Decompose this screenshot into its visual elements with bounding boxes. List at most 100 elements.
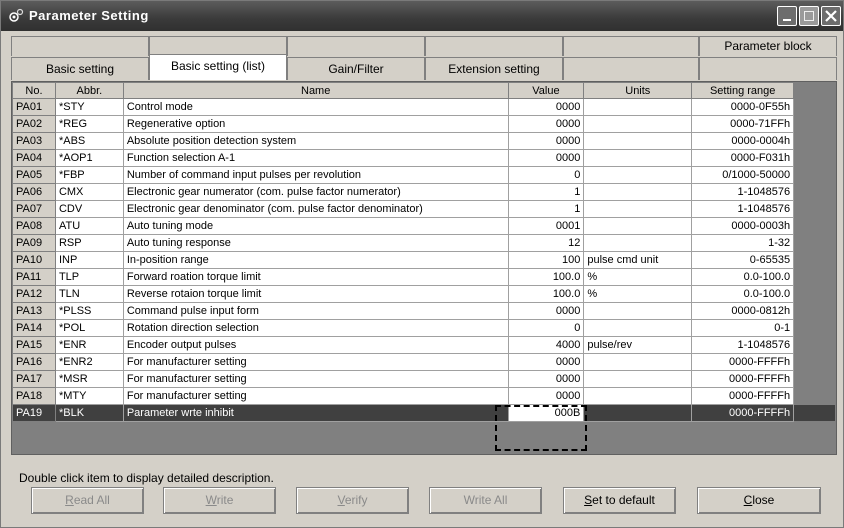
row-filler [793,234,836,252]
param-value[interactable]: 1 [507,183,585,201]
param-units [583,200,693,218]
verify-button[interactable]: Verify [296,487,409,514]
param-value[interactable]: 000B [507,404,585,422]
tab-extension-setting[interactable]: Extension setting [425,57,563,80]
param-no: PA19 [12,404,56,422]
param-value[interactable]: 1 [507,200,585,218]
tab-basic-setting-list[interactable]: Basic setting (list) [149,54,287,80]
write-all-button[interactable]: Write All [429,487,542,514]
row-filler [793,200,836,218]
minimize-button[interactable] [777,6,797,26]
table-row[interactable]: PA07 CDV Electronic gear denominator (com.… [12,200,836,218]
read-all-button[interactable]: Read All [31,487,144,514]
tab-bottom-5[interactable] [563,57,699,80]
param-no: PA07 [12,200,56,218]
param-abbr: *BLK [54,404,124,422]
button-mnemonic: S [584,493,593,507]
table-row[interactable]: PA11 TLP Forward roation torque limit 100.0… [12,268,836,286]
table-row[interactable]: PA08 ATU Auto tuning mode 0001 0000-0003h [12,217,836,235]
table-row[interactable]: PA17 *MSR For manufacturer setting 0000 0000… [12,370,836,388]
param-no: PA02 [12,115,56,133]
tab-top-5[interactable] [563,36,699,56]
table-row[interactable]: PA01 *STY Control mode 0000 0000-0F55h [12,98,836,116]
table-row[interactable]: PA02 *REG Regenerative option 0000 0000-71FF… [12,115,836,133]
col-header-no[interactable]: No. [12,82,56,99]
close-window-button[interactable] [821,6,841,26]
tab-top-1[interactable] [11,36,149,56]
param-value[interactable]: 0000 [507,370,585,388]
param-value[interactable]: 0001 [507,217,585,235]
row-filler [793,217,836,235]
maximize-button[interactable] [799,6,819,26]
param-units [583,166,693,184]
tab-gain-filter[interactable]: Gain/Filter [287,57,425,80]
parameter-grid[interactable]: No. Abbr. Name Value Units Setting range… [11,81,837,455]
set-to-default-button[interactable]: Set to default [563,487,676,514]
col-header-abbr[interactable]: Abbr. [54,82,124,99]
param-value[interactable]: 0000 [507,132,585,150]
row-filler [793,183,836,201]
table-row[interactable]: PA15 *ENR Encoder output pulses 4000 pulse/r… [12,336,836,354]
param-value[interactable]: 100 [507,251,585,269]
param-abbr: *MSR [54,370,124,388]
param-no: PA17 [12,370,56,388]
col-header-value[interactable]: Value [507,82,585,99]
col-header-setting-range[interactable]: Setting range [691,82,795,99]
param-name: Auto tuning response [122,234,509,252]
param-no: PA01 [12,98,56,116]
param-no: PA10 [12,251,56,269]
param-abbr: *MTY [54,387,124,405]
param-value[interactable]: 4000 [507,336,585,354]
tab-top-4[interactable] [425,36,563,56]
parameter-table: No. Abbr. Name Value Units Setting range… [12,82,836,422]
param-setting-range: 0000-FFFFh [691,387,795,405]
close-button[interactable]: Close [697,487,821,514]
param-value[interactable]: 12 [507,234,585,252]
row-filler [793,353,836,371]
param-value[interactable]: 0000 [507,149,585,167]
param-setting-range: 0-65535 [691,251,795,269]
param-abbr: CMX [54,183,124,201]
param-name: Parameter wrte inhibit [122,404,509,422]
param-value[interactable]: 0 [507,166,585,184]
tab-bottom-6[interactable] [699,57,837,80]
param-value[interactable]: 0000 [507,387,585,405]
table-row[interactable]: PA16 *ENR2 For manufacturer setting 0000 000… [12,353,836,371]
col-header-units[interactable]: Units [583,82,693,99]
tab-parameter-block[interactable]: Parameter block [699,36,837,56]
title-bar[interactable]: Parameter Setting [1,1,843,31]
tab-top-3[interactable] [287,36,425,56]
table-row[interactable]: PA04 *AOP1 Function selection A-1 0000 0000-… [12,149,836,167]
param-units: pulse cmd unit [583,251,693,269]
param-value[interactable]: 100.0 [507,268,585,286]
button-label: ead All [73,493,110,507]
row-filler [793,302,836,320]
table-row[interactable]: PA18 *MTY For manufacturer setting 0000 0000… [12,387,836,405]
table-row[interactable]: PA05 *FBP Number of command input pulses p… [12,166,836,184]
param-setting-range: 0000-0004h [691,132,795,150]
param-no: PA05 [12,166,56,184]
table-row[interactable]: PA14 *POL Rotation direction selection 0 0-1 [12,319,836,337]
table-row[interactable]: PA13 *PLSS Command pulse input form 0000 000… [12,302,836,320]
param-value[interactable]: 0 [507,319,585,337]
tab-top-2[interactable] [149,36,287,56]
table-row[interactable]: PA09 RSP Auto tuning response 12 1-32 [12,234,836,252]
param-value[interactable]: 0000 [507,98,585,116]
param-setting-range: 0.0-100.0 [691,268,795,286]
param-value[interactable]: 0000 [507,353,585,371]
table-row[interactable]: PA12 TLN Reverse rotaion torque limit 100.0… [12,285,836,303]
param-value[interactable]: 0000 [507,115,585,133]
table-row[interactable]: PA03 *ABS Absolute position detection syst… [12,132,836,150]
write-button[interactable]: Write [163,487,276,514]
col-header-name[interactable]: Name [122,82,509,99]
row-filler [793,251,836,269]
row-filler [793,336,836,354]
tab-basic-setting[interactable]: Basic setting [11,57,149,80]
param-value[interactable]: 0000 [507,302,585,320]
param-abbr: *AOP1 [54,149,124,167]
table-row[interactable]: PA06 CMX Electronic gear numerator (com. p… [12,183,836,201]
param-units [583,115,693,133]
param-value[interactable]: 100.0 [507,285,585,303]
table-row[interactable]: PA19 *BLK Parameter wrte inhibit 000B 0000-F… [12,404,836,422]
table-row[interactable]: PA10 INP In-position range 100 pulse cmd uni… [12,251,836,269]
